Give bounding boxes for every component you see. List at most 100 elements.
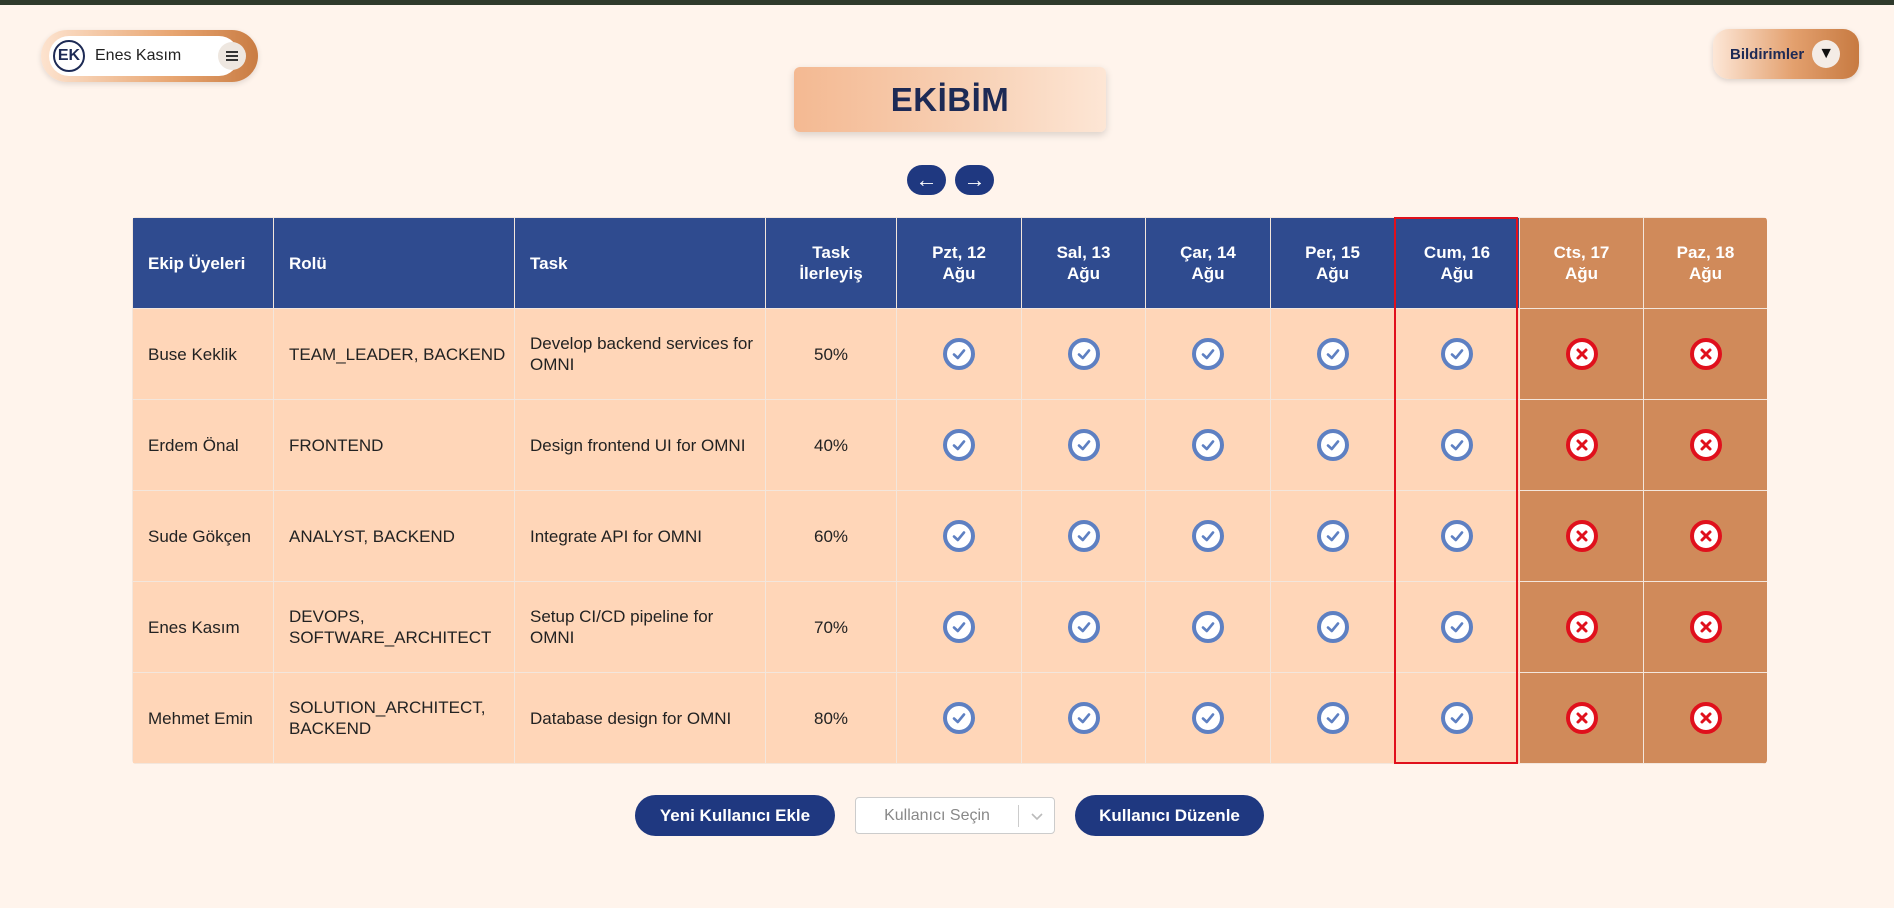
cell-member: Buse Keklik [132,308,274,400]
page-title: EKİBİM [890,80,1010,118]
next-week-button[interactable]: → [955,165,994,195]
header-progress-line2: İlerleyiş [799,264,863,283]
user-select[interactable]: Kullanıcı Seçin [855,797,1055,834]
check-circle-icon [943,338,975,370]
prev-week-button[interactable]: ← [907,165,946,195]
cell-attendance [896,399,1022,491]
page-title-box: EKİBİM [794,67,1106,132]
cell-progress: 80% [765,672,897,764]
cell-attendance [896,308,1022,400]
cell-attendance [1643,490,1767,582]
header-progress: Task İlerleyiş [765,217,897,309]
cell-member: Enes Kasım [132,581,274,673]
header-day: Sal, 13 Ağu [1021,217,1146,309]
check-circle-icon [1192,429,1224,461]
cell-attendance [1394,399,1520,491]
cell-attendance [1021,490,1146,582]
cell-attendance [1021,399,1146,491]
hamburger-icon[interactable] [218,42,246,70]
x-circle-icon [1565,520,1598,552]
x-circle-icon [1689,611,1722,643]
top-border [0,0,1894,5]
cell-attendance [1394,581,1520,673]
check-circle-icon [1441,611,1473,643]
check-circle-icon [1192,611,1224,643]
cell-task: Develop backend services for OMNI [514,308,766,400]
cell-role: SOLUTION_ARCHITECT, BACKEND [273,672,515,764]
check-circle-icon [1441,702,1473,734]
check-circle-icon [1441,429,1473,461]
notifications-label: Bildirimler [1730,45,1805,63]
cell-attendance [1270,308,1395,400]
table-row: Erdem Önal FRONTEND Design frontend UI for… [132,399,1767,491]
cell-task: Database design for OMNI [514,672,766,764]
cell-attendance [1394,672,1520,764]
header-role: Rolü [273,217,515,309]
x-circle-icon [1689,429,1722,461]
check-circle-icon [1316,702,1349,734]
table-header-row: Ekip Üyeleri Rolü Task Task İlerleyiş Pz… [132,217,1767,309]
x-circle-icon [1565,338,1598,370]
chevron-down-icon[interactable]: ▼ [1812,40,1841,68]
check-circle-icon [1067,520,1100,552]
edit-user-button[interactable]: Kullanıcı Düzenle [1075,795,1264,836]
check-circle-icon [1441,338,1473,370]
cell-attendance [1643,581,1767,673]
check-circle-icon [943,702,975,734]
header-day-weekend: Paz, 18 Ağu [1643,217,1767,309]
cell-role: DEVOPS, SOFTWARE_ARCHITECT [273,581,515,673]
check-circle-icon [943,520,975,552]
user-chip[interactable]: EK Enes Kasım [49,36,239,76]
cell-role: ANALYST, BACKEND [273,490,515,582]
cell-attendance [1270,672,1395,764]
cell-attendance [1643,308,1767,400]
check-circle-icon [1316,520,1349,552]
check-circle-icon [943,429,975,461]
cell-progress: 40% [765,399,897,491]
cell-member: Sude Gökçen [132,490,274,582]
check-circle-icon [1192,338,1224,370]
check-circle-icon [1316,338,1349,370]
cell-attendance [1021,672,1146,764]
cell-attendance [1519,490,1644,582]
chevron-down-icon[interactable] [1019,811,1054,821]
cell-attendance [1394,308,1520,400]
cell-progress: 50% [765,308,897,400]
user-select-placeholder: Kullanıcı Seçin [884,806,990,824]
header-task: Task [514,217,766,309]
cell-attendance [1643,399,1767,491]
cell-attendance [1394,490,1520,582]
x-circle-icon [1565,611,1598,643]
check-circle-icon [1192,702,1224,734]
cell-task: Integrate API for OMNI [514,490,766,582]
team-table: Ekip Üyeleri Rolü Task Task İlerleyiş Pz… [132,217,1767,764]
check-circle-icon [1316,429,1349,461]
x-circle-icon [1689,702,1722,734]
cell-attendance [1145,490,1271,582]
avatar: EK [53,40,85,72]
table-row: Mehmet Emin SOLUTION_ARCHITECT, BACKEND Da… [132,672,1767,764]
cell-member: Erdem Önal [132,399,274,491]
cell-attendance [1021,308,1146,400]
cell-progress: 60% [765,490,897,582]
table-row: Buse Keklik TEAM_LEADER, BACKEND Develop b… [132,308,1767,400]
cell-role: FRONTEND [273,399,515,491]
cell-attendance [1643,672,1767,764]
add-user-button[interactable]: Yeni Kullanıcı Ekle [635,795,835,836]
check-circle-icon [1067,429,1100,461]
cell-member: Mehmet Emin [132,672,274,764]
cell-attendance [1519,672,1644,764]
notifications-button[interactable]: Bildirimler ▼ [1713,29,1859,79]
x-circle-icon [1689,520,1722,552]
cell-attendance [1145,581,1271,673]
cell-attendance [1145,672,1271,764]
x-circle-icon [1565,429,1598,461]
x-circle-icon [1565,702,1598,734]
user-menu[interactable]: EK Enes Kasım [41,30,258,82]
header-day-weekend: Cts, 17 Ağu [1519,217,1644,309]
cell-attendance [896,490,1022,582]
cell-attendance [896,581,1022,673]
cell-attendance [1145,399,1271,491]
check-circle-icon [1067,338,1100,370]
cell-attendance [1270,490,1395,582]
